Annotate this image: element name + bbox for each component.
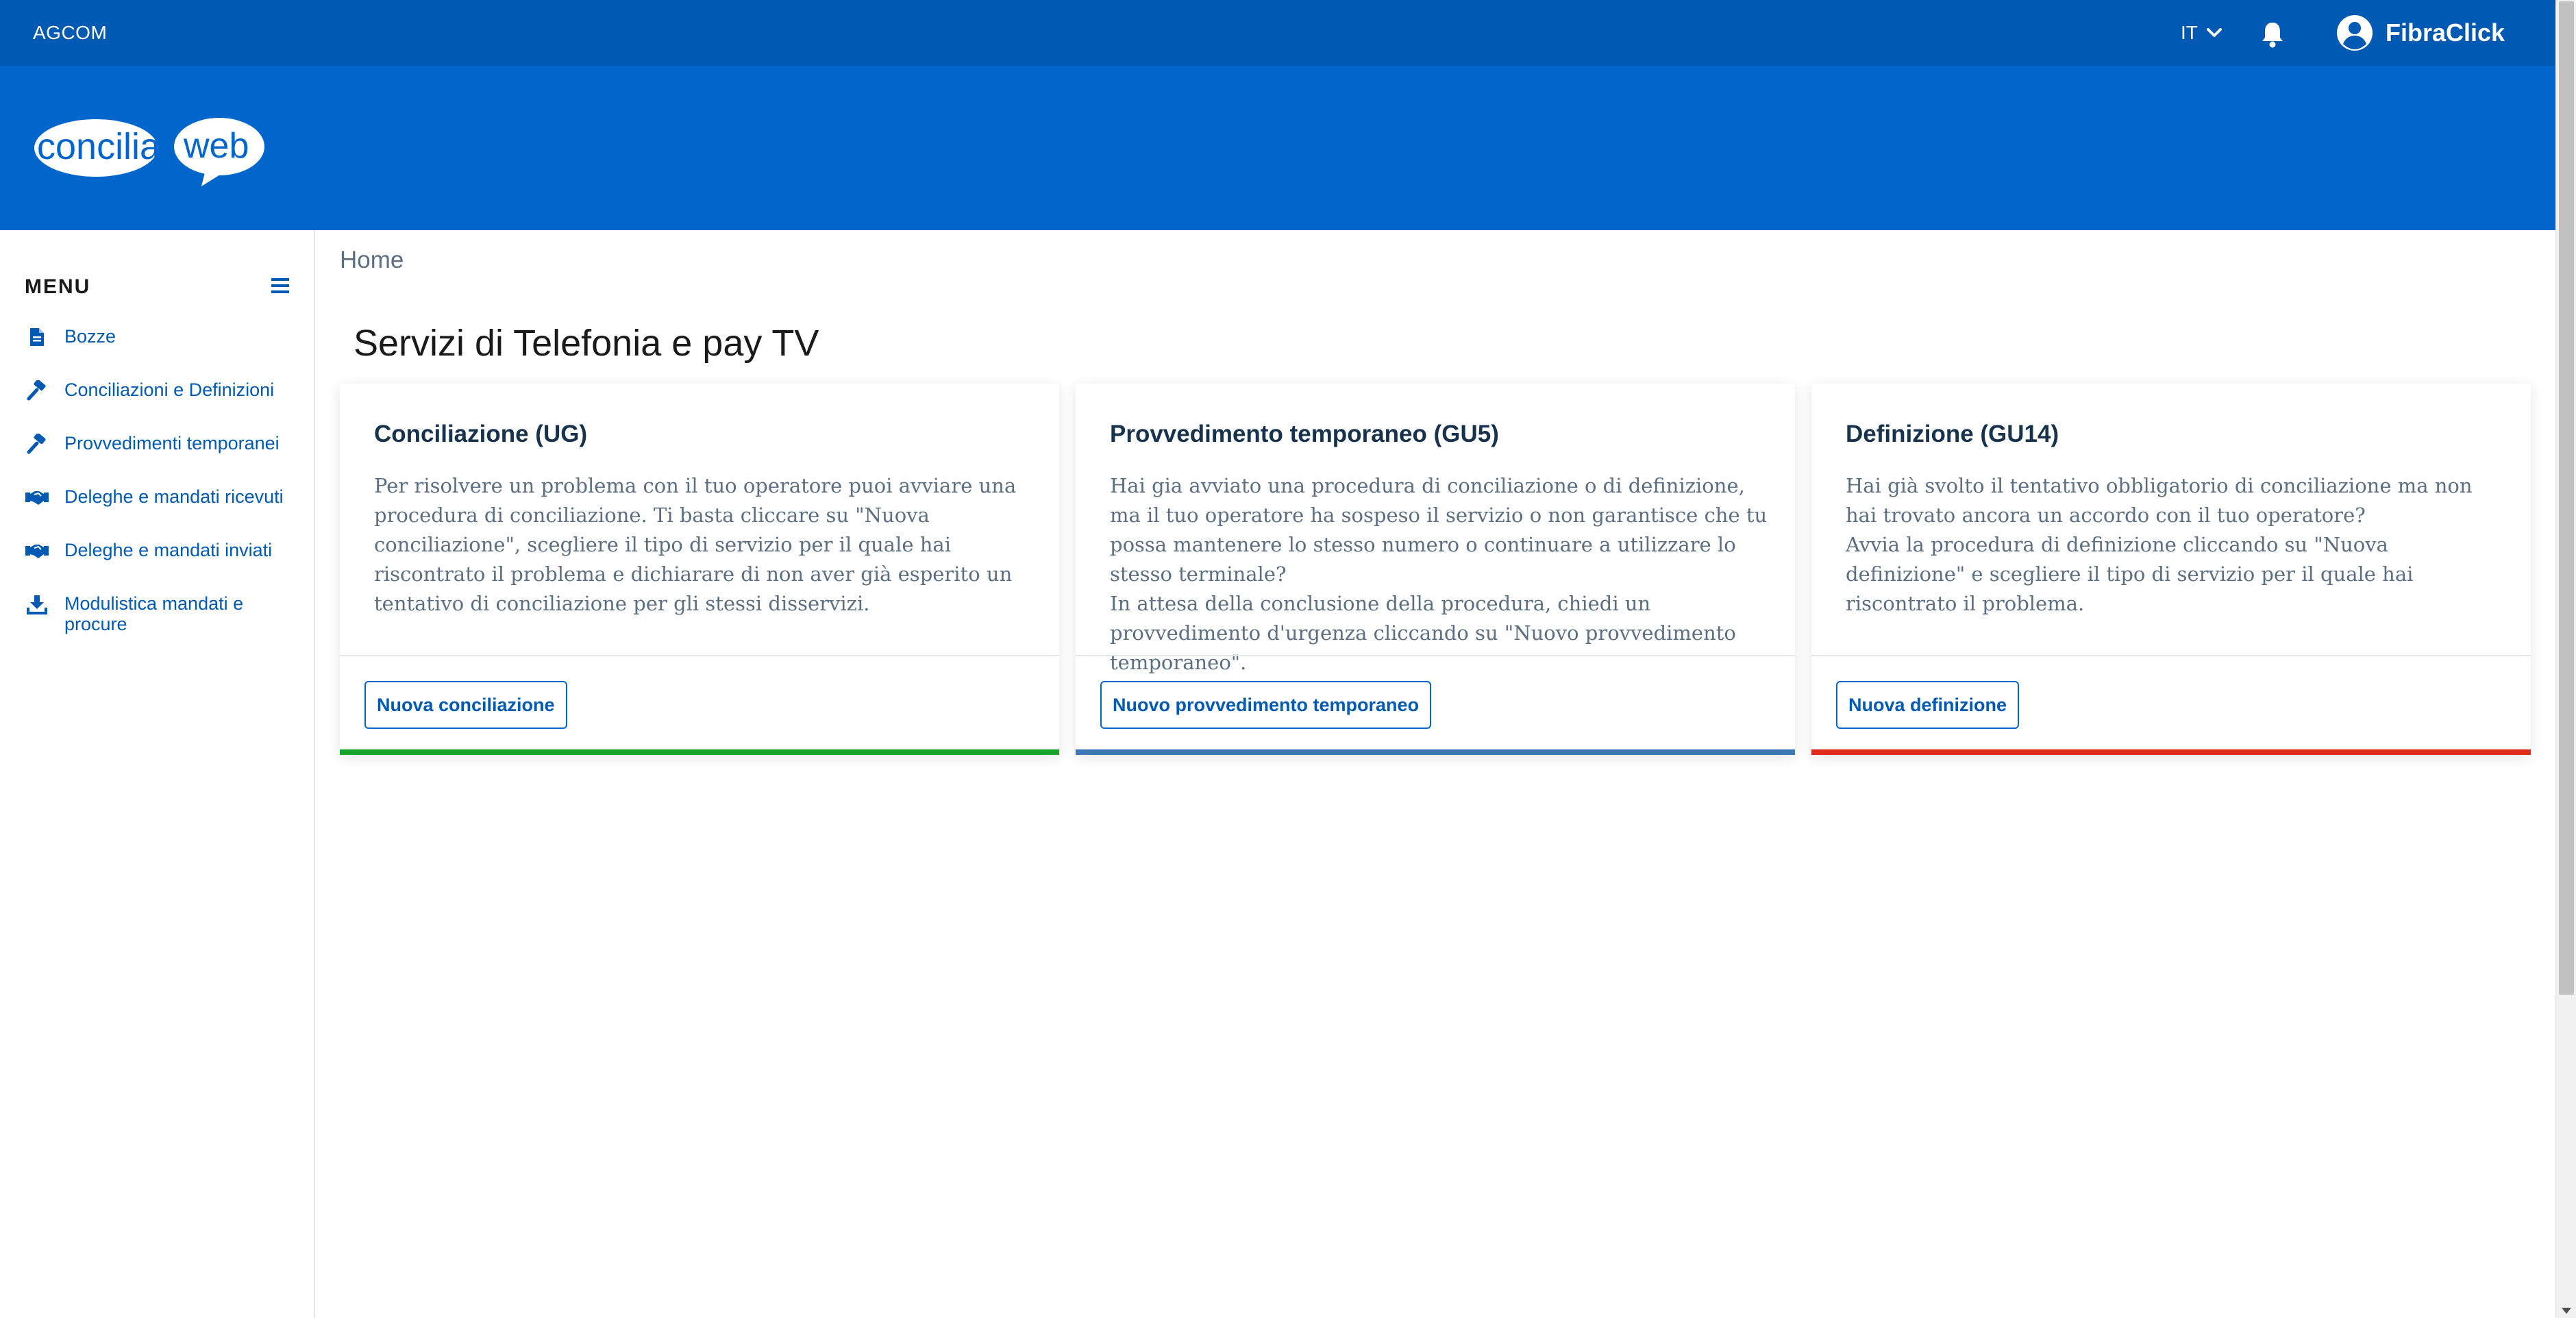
sidebar-item-provvedimenti-temporanei[interactable]: Provvedimenti temporanei [25, 433, 299, 455]
scroll-down-arrow-icon[interactable] [2562, 1308, 2571, 1314]
breadcrumb-home[interactable]: Home [340, 247, 404, 273]
card-provvedimento-temporaneo: Provvedimento temporaneo (GU5) Hai gia a… [1076, 384, 1795, 755]
sidebar-item-label: Modulistica mandati e procure [64, 593, 244, 634]
chevron-down-icon [2206, 28, 2222, 37]
site-header: concilia web [0, 66, 2555, 230]
card-conciliazione: Conciliazione (UG) Per risolvere un prob… [340, 384, 1059, 755]
sidebar-item-deleghe-inviati[interactable]: Deleghe e mandati inviati [25, 540, 299, 562]
card-paragraph: Hai gia avviato una procedura di concili… [1110, 474, 1768, 586]
card-definizione: Definizione (GU14) Hai già svolto il ten… [1811, 384, 2531, 755]
card-paragraph: Hai già svolto il tentativo obbligatorio… [1846, 474, 2473, 527]
top-bar: AGCOM IT FibraClick [0, 0, 2555, 66]
breadcrumb: Home [340, 247, 404, 274]
scrollbar-thumb[interactable] [2559, 1, 2574, 995]
sidebar-item-label: Provvedimenti temporanei [64, 433, 280, 453]
user-circle-icon [2337, 15, 2373, 51]
nuova-conciliazione-button[interactable]: Nuova conciliazione [364, 681, 567, 729]
app-root: AGCOM IT FibraClick concilia web MENU Bo… [0, 0, 2576, 1318]
card-text: Per risolvere un problema con il tuo ope… [374, 471, 1032, 619]
card-paragraph: Avvia la procedura di definizione clicca… [1846, 533, 2414, 615]
card-accent-bar [1811, 749, 2531, 755]
sidebar-item-label: Deleghe e mandati inviati [64, 540, 273, 560]
card-text: Hai gia avviato una procedura di concili… [1110, 471, 1768, 677]
card-accent-bar [340, 749, 1059, 755]
card-paragraph: Per risolvere un problema con il tuo ope… [374, 474, 1017, 615]
sidebar-item-deleghe-ricevuti[interactable]: Deleghe e mandati ricevuti [25, 486, 299, 508]
language-label: IT [2181, 22, 2198, 43]
download-icon [27, 595, 47, 614]
page-title: Servizi di Telefonia e pay TV [354, 323, 819, 364]
card-title: Conciliazione (UG) [374, 421, 588, 447]
handshake-icon [25, 545, 49, 558]
logo-text-web: web [183, 126, 249, 166]
language-selector[interactable]: IT [2181, 22, 2222, 44]
bell-icon[interactable] [2259, 21, 2286, 48]
sidebar-item-label: Conciliazioni e Definizioni [64, 380, 275, 400]
gavel-icon [27, 380, 46, 401]
card-accent-bar [1076, 749, 1795, 755]
sidebar-item-bozze[interactable]: Bozze [25, 326, 299, 348]
user-menu[interactable]: FibraClick [2336, 14, 2505, 51]
handshake-icon [25, 491, 49, 505]
file-icon [30, 328, 44, 346]
org-link[interactable]: AGCOM [33, 22, 107, 44]
card-divider [340, 655, 1059, 656]
nuova-definizione-button[interactable]: Nuova definizione [1836, 681, 2020, 729]
card-paragraph: In attesa della conclusione della proced… [1110, 592, 1736, 674]
sidebar-nav: Bozze Conciliazioni e Definizioni Provve… [25, 326, 299, 666]
user-name: FibraClick [2386, 18, 2505, 47]
card-text: Hai già svolto il tentativo obbligatorio… [1846, 471, 2503, 619]
card-title: Definizione (GU14) [1846, 421, 2059, 447]
card-divider [1811, 655, 2531, 656]
hamburger-icon[interactable] [270, 277, 290, 295]
menu-title: MENU [25, 275, 91, 298]
gavel-icon [27, 434, 46, 454]
card-title: Provvedimento temporaneo (GU5) [1110, 421, 1499, 447]
vertical-scrollbar[interactable] [2555, 0, 2576, 1318]
sidebar-item-label: Deleghe e mandati ricevuti [64, 486, 284, 507]
nuovo-provvedimento-button[interactable]: Nuovo provvedimento temporaneo [1100, 681, 1432, 729]
sidebar-item-label: Bozze [64, 326, 116, 347]
conciliaweb-logo[interactable]: concilia web [30, 115, 270, 188]
sidebar-item-conciliazioni-definizioni[interactable]: Conciliazioni e Definizioni [25, 380, 299, 401]
sidebar: MENU Bozze Conciliazioni e Definizioni P… [0, 230, 315, 1318]
sidebar-item-modulistica[interactable]: Modulistica mandati e procure [25, 593, 299, 634]
card-divider [1076, 655, 1795, 656]
logo-text-concilia: concilia [37, 126, 161, 167]
